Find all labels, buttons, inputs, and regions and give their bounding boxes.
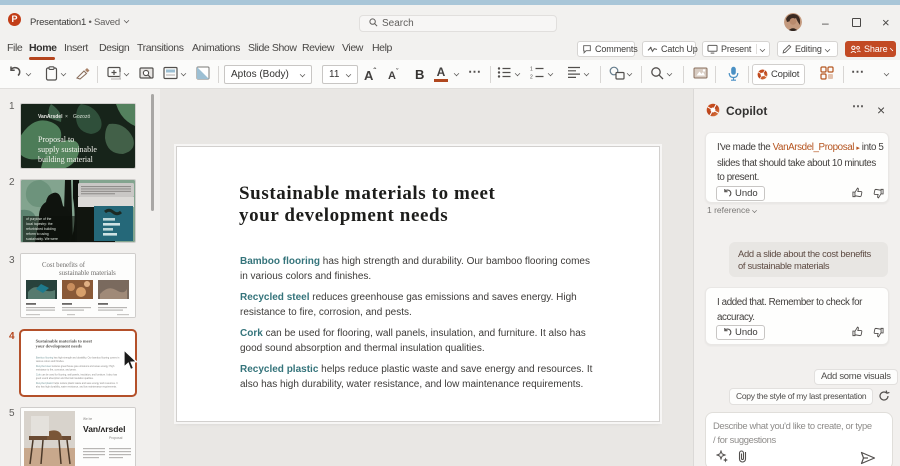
- svg-text:Cost benefits of: Cost benefits of: [42, 262, 86, 269]
- svg-text:refurbished building: refurbished building: [26, 227, 56, 231]
- svg-text:Gozozó: Gozozó: [73, 114, 90, 120]
- svg-text:of purpose of the: of purpose of the: [26, 217, 52, 221]
- svg-text:VanArsdel: VanArsdel: [38, 114, 63, 120]
- svg-text:Proposal: Proposal: [109, 436, 123, 440]
- svg-text:sustainably. We were: sustainably. We were: [26, 237, 58, 241]
- svg-text:We be: We be: [83, 417, 92, 421]
- svg-text:2: 2: [530, 75, 533, 80]
- svg-text:building material: building material: [38, 155, 94, 164]
- svg-text:1: 1: [530, 67, 533, 73]
- svg-text:Van/ʌrsdel: Van/ʌrsdel: [83, 424, 126, 434]
- svg-text:sustainable materials: sustainable materials: [59, 270, 116, 277]
- svg-text:Proposal to: Proposal to: [38, 135, 74, 144]
- svg-text:supply sustainable: supply sustainable: [38, 145, 97, 154]
- svg-text:×: ×: [65, 114, 68, 120]
- svg-text:local tapestry: the: local tapestry: the: [26, 222, 53, 226]
- svg-text:reform to using: reform to using: [26, 232, 49, 236]
